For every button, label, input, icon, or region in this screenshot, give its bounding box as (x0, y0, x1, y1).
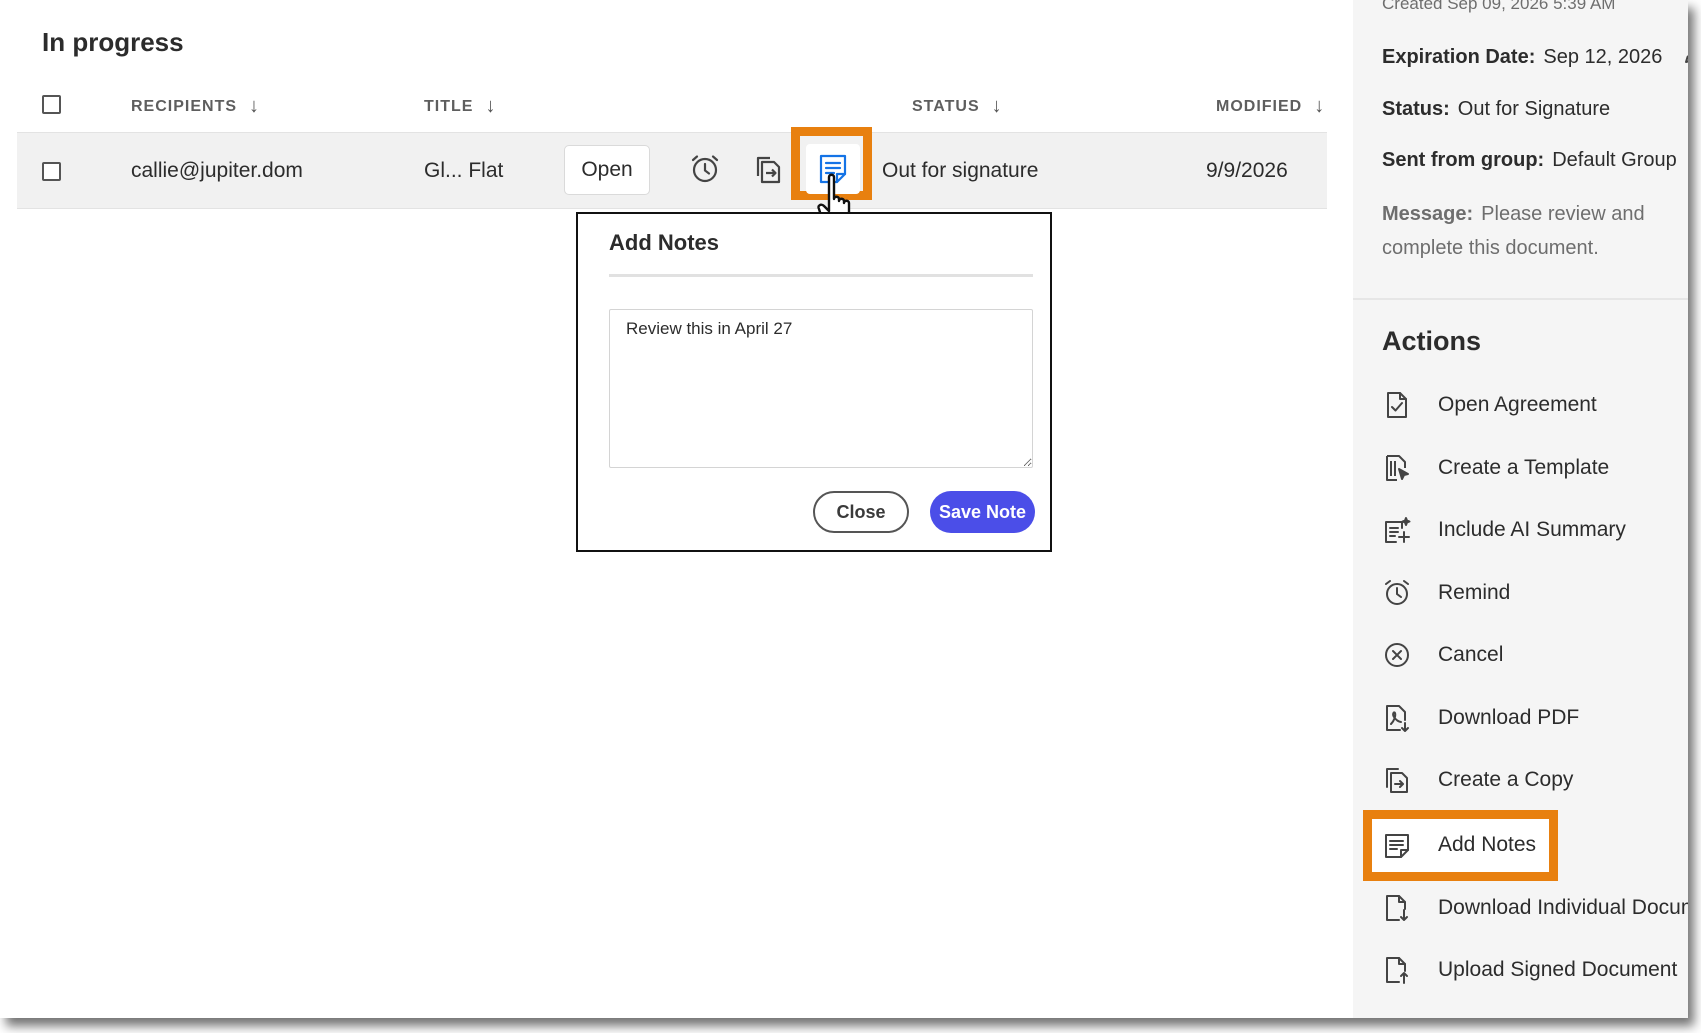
action-create-template[interactable]: Create a Template (1382, 448, 1609, 488)
action-open-agreement[interactable]: Open Agreement (1382, 385, 1597, 425)
section-title: In progress (42, 27, 184, 57)
template-icon (1382, 453, 1412, 483)
action-label: Create a Template (1438, 456, 1610, 479)
group-value: Default Group (1552, 149, 1677, 171)
clock-icon (1382, 578, 1412, 608)
column-status[interactable]: STATUS ↓ (912, 95, 1003, 118)
action-cancel[interactable]: Cancel (1382, 635, 1503, 675)
action-label: Open Agreement (1438, 393, 1597, 416)
created-date: Created Sep 09, 2026 5:39 AM (1382, 0, 1616, 13)
status-field: Status: Out for Signature (1382, 98, 1610, 121)
sort-arrow-down-icon: ↓ (991, 95, 1003, 117)
notes-icon (1382, 830, 1412, 860)
close-button[interactable]: Close (813, 491, 909, 533)
action-label: Remind (1438, 581, 1511, 604)
agreements-list: In progress RECIPIENTS ↓ TITLE ↓ STATUS … (0, 0, 1350, 1018)
expiration-value: Sep 12, 2026 (1543, 46, 1663, 68)
document-check-icon (1382, 390, 1412, 420)
panel-divider (1353, 298, 1688, 300)
add-notes-dialog: Add Notes Close Save Note (576, 212, 1052, 552)
message-label: Message: (1382, 203, 1474, 225)
action-create-copy[interactable]: Create a Copy (1382, 760, 1573, 800)
download-document-icon (1382, 893, 1412, 923)
cancel-circle-icon (1382, 640, 1412, 670)
column-modified[interactable]: MODIFIED ↓ (1216, 95, 1325, 118)
dialog-divider (609, 274, 1033, 277)
action-remind[interactable]: Remind (1382, 573, 1510, 613)
row-modified: 9/9/2026 (1206, 159, 1288, 182)
action-include-ai-summary[interactable]: Include AI Summary (1382, 510, 1626, 550)
action-upload-signed-document[interactable]: Upload Signed Document (1382, 950, 1677, 990)
column-recipients-label: RECIPIENTS (131, 97, 238, 115)
action-label: Cancel (1438, 643, 1504, 666)
ai-summary-icon (1382, 515, 1412, 545)
sort-arrow-down-icon: ↓ (1314, 95, 1326, 117)
dialog-title: Add Notes (609, 230, 719, 255)
message-field: Message: Please review and complete this … (1382, 197, 1688, 265)
remind-clock-icon[interactable] (689, 153, 721, 185)
create-copy-icon[interactable] (752, 153, 784, 185)
status-label: Status: (1382, 98, 1450, 120)
app-window: In progress RECIPIENTS ↓ TITLE ↓ STATUS … (0, 0, 1688, 1018)
column-title[interactable]: TITLE ↓ (424, 95, 496, 118)
action-label: Add Notes (1438, 833, 1537, 856)
action-download-individual-documents[interactable]: Download Individual Documents (1382, 888, 1688, 928)
table-row[interactable]: callie@jupiter.dom Gl... Flat Open Out f… (17, 127, 1327, 231)
action-label: Download Individual Documents (1438, 896, 1688, 919)
row-checkbox[interactable] (42, 162, 61, 181)
action-label: Upload Signed Document (1438, 958, 1678, 981)
expiration-label: Expiration Date: (1382, 46, 1536, 68)
action-add-notes[interactable]: Add Notes (1382, 825, 1536, 865)
action-download-pdf[interactable]: Download PDF (1382, 698, 1579, 738)
action-label: Create a Copy (1438, 768, 1574, 791)
actions-title: Actions (1382, 326, 1482, 356)
sort-arrow-down-icon: ↓ (249, 95, 261, 117)
sort-arrow-down-icon: ↓ (485, 95, 497, 117)
save-note-button[interactable]: Save Note (930, 491, 1035, 533)
group-field: Sent from group: Default Group (1382, 149, 1677, 172)
upload-document-icon (1382, 955, 1412, 985)
copy-icon (1382, 765, 1412, 795)
group-label: Sent from group: (1382, 149, 1545, 171)
expiration-date: Expiration Date: Sep 12, 2026 (1382, 42, 1688, 69)
note-textarea[interactable] (609, 309, 1033, 468)
column-title-label: TITLE (424, 97, 474, 115)
column-recipients[interactable]: RECIPIENTS ↓ (131, 95, 260, 118)
status-value: Out for Signature (1457, 98, 1611, 120)
action-label: Include AI Summary (1438, 518, 1626, 541)
action-label: Download PDF (1438, 706, 1580, 729)
select-all-checkbox[interactable] (42, 95, 61, 114)
row-status: Out for signature (882, 159, 1039, 182)
column-status-label: STATUS (912, 97, 980, 115)
download-pdf-icon (1382, 703, 1412, 733)
row-title: Gl... Flat (424, 159, 504, 182)
row-recipient: callie@jupiter.dom (131, 159, 303, 182)
open-button[interactable]: Open (564, 145, 650, 195)
column-modified-label: MODIFIED (1216, 97, 1303, 115)
details-panel: Created Sep 09, 2026 5:39 AM Expiration … (1353, 0, 1688, 1018)
